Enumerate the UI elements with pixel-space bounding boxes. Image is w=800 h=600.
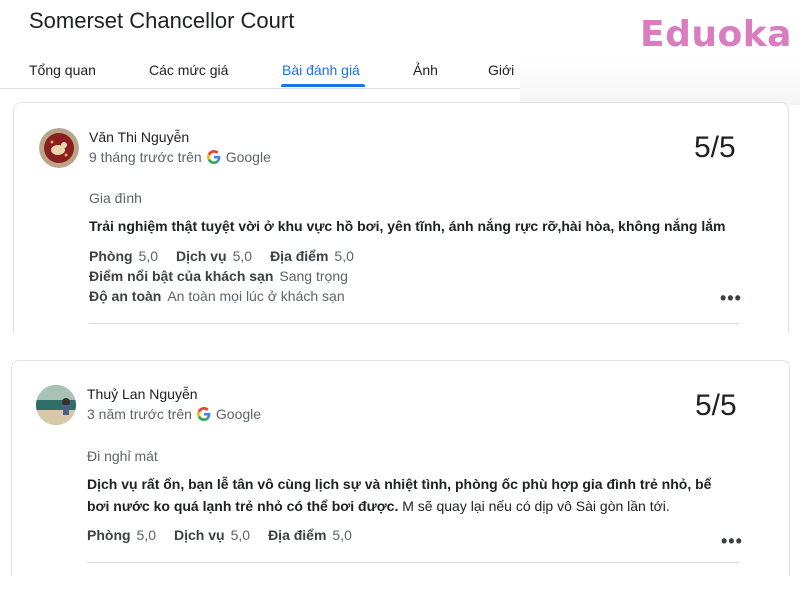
review-divider — [87, 562, 739, 563]
highlight-value: Sang trọng — [279, 268, 348, 284]
highlight-label: Điểm nổi bật của khách sạn — [89, 268, 274, 284]
avatar[interactable] — [39, 128, 79, 168]
reviewer-name[interactable]: Văn Thi Nguyễn — [89, 129, 189, 145]
tabs-divider — [0, 88, 520, 89]
google-icon — [206, 150, 221, 164]
score-value-room: 5,0 — [138, 248, 159, 264]
score-row: Phòng 5,0 Dịch vụ 5,0 Địa điểm 5,0 — [87, 527, 352, 543]
score-label-location: Địa điểm — [270, 248, 329, 264]
tab-about[interactable]: Giới — [488, 62, 514, 78]
score-label-service: Dịch vụ — [176, 248, 227, 264]
score-value-room: 5,0 — [136, 527, 157, 543]
score-value-location: 5,0 — [334, 248, 354, 264]
review-divider — [89, 323, 739, 324]
score-value-location: 5,0 — [332, 527, 352, 543]
review-rating: 5/5 — [695, 389, 737, 422]
safety-value: An toàn mọi lúc ở khách sạn — [167, 288, 345, 304]
score-label-location: Địa điểm — [268, 527, 327, 543]
score-label-room: Phòng — [89, 248, 133, 264]
header-fade — [520, 60, 800, 105]
tab-reviews[interactable]: Bài đánh giá — [282, 62, 360, 78]
more-options-icon[interactable]: ••• — [721, 531, 743, 552]
card-gap — [0, 334, 800, 360]
review-text: Trải nghiệm thật tuyệt vời ở khu vực hồ … — [89, 215, 726, 237]
avatar[interactable] — [36, 385, 76, 425]
review-meta: 3 năm trước trên Google — [87, 406, 261, 422]
score-value-service: 5,0 — [232, 248, 253, 264]
tab-bar: Tổng quan Các mức giá Bài đánh giá Ảnh G… — [0, 58, 520, 88]
review-text-bold: Trải nghiệm thật tuyệt vời ở khu vực hồ … — [89, 218, 726, 234]
active-tab-indicator — [281, 84, 365, 87]
reviewer-name[interactable]: Thuỷ Lan Nguyễn — [87, 386, 198, 402]
review-text-bold-line2: bơi nước ko quá lạnh trẻ nhỏ có thể bơi … — [87, 498, 399, 514]
google-icon — [196, 407, 211, 421]
tab-photos[interactable]: Ảnh — [413, 62, 438, 78]
trip-type: Đi nghỉ mát — [87, 448, 158, 464]
highlight-row: Điểm nổi bật của khách sạn Sang trọng — [89, 268, 348, 284]
score-row: Phòng 5,0 Dịch vụ 5,0 Địa điểm 5,0 — [89, 248, 354, 264]
score-label-room: Phòng — [87, 527, 131, 543]
review-time: 9 tháng trước trên — [89, 149, 202, 165]
review-text-bold-line1: Dịch vụ rất ổn, bạn lễ tân vô cùng lịch … — [87, 476, 712, 492]
review-time: 3 năm trước trên — [87, 406, 192, 422]
review-meta: 9 tháng trước trên Google — [89, 149, 271, 165]
trip-type: Gia đình — [89, 190, 142, 206]
review-rating: 5/5 — [694, 131, 736, 164]
safety-row: Độ an toàn An toàn mọi lúc ở khách sạn — [89, 288, 345, 304]
tab-overview[interactable]: Tổng quan — [29, 62, 96, 78]
more-options-icon[interactable]: ••• — [720, 288, 742, 309]
review-card: Thuỷ Lan Nguyễn 3 năm trước trên Google … — [11, 360, 790, 576]
review-source: Google — [225, 149, 271, 165]
brand-logo: Eduoka — [640, 14, 792, 55]
review-source: Google — [215, 406, 262, 422]
safety-label: Độ an toàn — [89, 288, 162, 304]
tab-prices[interactable]: Các mức giá — [149, 62, 228, 78]
score-value-service: 5,0 — [230, 527, 251, 543]
review-card: Văn Thi Nguyễn 9 tháng trước trên Google… — [13, 102, 789, 335]
hotel-title: Somerset Chancellor Court — [29, 8, 295, 33]
score-label-service: Dịch vụ — [174, 527, 225, 543]
review-text-regular: M sẽ quay lại nếu có dịp vô Sài gòn lần … — [398, 498, 670, 514]
review-text: Dịch vụ rất ổn, bạn lễ tân vô cùng lịch … — [87, 473, 727, 517]
